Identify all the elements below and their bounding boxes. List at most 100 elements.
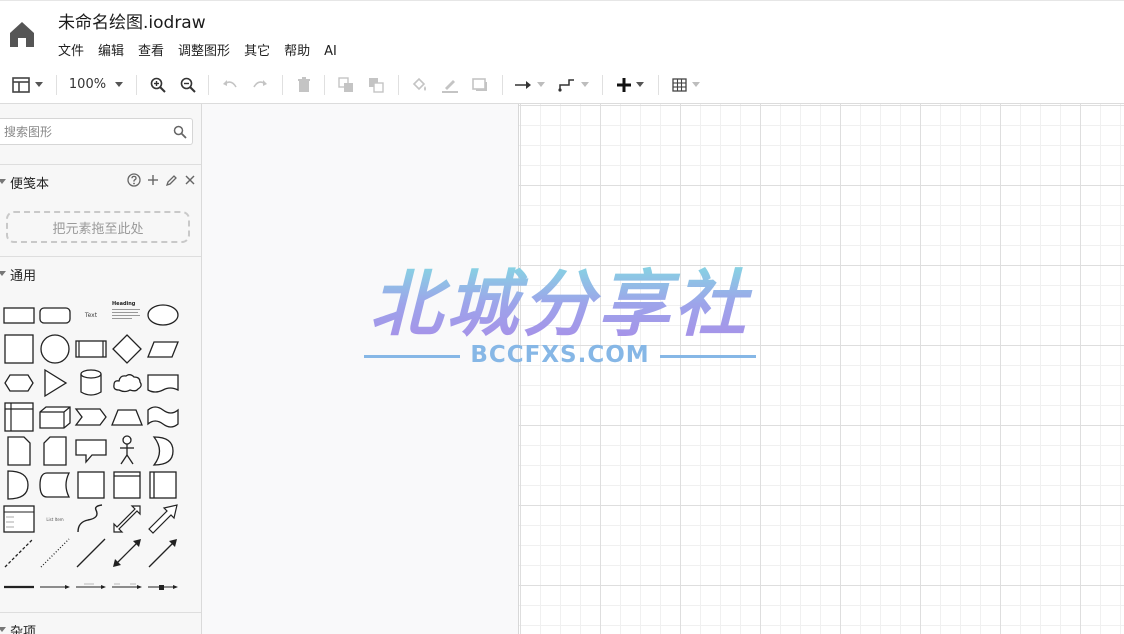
arrow-right-icon: [514, 80, 531, 89]
rounded-rectangle-shape[interactable]: [38, 298, 72, 332]
cloud-shape[interactable]: [110, 366, 144, 400]
menu-file[interactable]: 文件: [58, 43, 84, 61]
cylinder-shape[interactable]: [74, 366, 108, 400]
menu-arrange[interactable]: 调整图形: [178, 43, 230, 61]
edit-pencil-icon[interactable]: [165, 174, 178, 187]
watermark-logo-text: 北城分享社: [350, 262, 770, 346]
chevron-down-icon: [115, 82, 124, 87]
bidirectional-connector-shape[interactable]: [110, 536, 144, 570]
menu-view[interactable]: 查看: [138, 43, 164, 61]
scratchpad-header[interactable]: 便笺本: [0, 164, 201, 198]
menu-extras[interactable]: 其它: [244, 43, 270, 61]
watermark-url: BCCFXS.COM: [470, 342, 650, 368]
thick-line-shape[interactable]: [2, 570, 36, 604]
redo-icon: [253, 79, 267, 87]
card-shape[interactable]: [38, 434, 72, 468]
general-shapes-header[interactable]: 通用: [0, 256, 201, 290]
misc-shapes-title: 杂项: [10, 625, 37, 634]
curve-shape[interactable]: [74, 502, 108, 536]
process-shape[interactable]: [74, 332, 108, 366]
text-shape[interactable]: Text: [74, 298, 108, 332]
line-shape[interactable]: [74, 536, 108, 570]
or-shape[interactable]: [146, 434, 180, 468]
expand-arrow-icon: [0, 627, 6, 632]
header: 未命名绘图.iodraw 文件 编辑 查看 调整图形 其它 帮助 AI: [0, 0, 1124, 66]
circle-shape[interactable]: [38, 332, 72, 366]
step-shape[interactable]: [74, 400, 108, 434]
connector-double-label-shape[interactable]: [110, 570, 144, 604]
fill-color-button[interactable]: [408, 66, 432, 103]
menu-bar: 文件 编辑 查看 调整图形 其它 帮助 AI: [58, 43, 351, 61]
zoom-out-button[interactable]: [176, 66, 200, 103]
zoom-select[interactable]: 100%: [66, 66, 126, 103]
delete-button[interactable]: [292, 66, 316, 103]
arrow-shape[interactable]: [146, 502, 180, 536]
internal-storage-shape[interactable]: [2, 400, 36, 434]
list-shape[interactable]: [2, 502, 36, 536]
layout-panel-icon: [11, 76, 30, 93]
orthogonal-connector-icon: [557, 78, 574, 92]
trapezoid-shape[interactable]: [110, 400, 144, 434]
redo-button[interactable]: [248, 66, 272, 103]
bidirectional-arrow-shape[interactable]: [110, 502, 144, 536]
send-to-back-icon: [369, 77, 384, 93]
ellipse-shape[interactable]: [146, 298, 180, 332]
toolbar-divider: [658, 75, 659, 95]
document-shape[interactable]: [146, 366, 180, 400]
note-shape[interactable]: [2, 434, 36, 468]
chevron-down-icon: [692, 82, 700, 87]
list-item-shape[interactable]: List Item: [38, 502, 72, 536]
horizontal-swimlane-shape[interactable]: [110, 468, 144, 502]
waypoints-button[interactable]: [554, 66, 592, 103]
connector-label-shape[interactable]: [74, 570, 108, 604]
general-shapes-title: 通用: [10, 269, 37, 284]
hexagon-shape[interactable]: [2, 366, 36, 400]
search-icon[interactable]: [173, 125, 187, 139]
callout-shape[interactable]: [74, 434, 108, 468]
line-color-button[interactable]: [438, 66, 462, 103]
connection-style-button[interactable]: [510, 66, 548, 103]
heading-label: Heading: [112, 301, 136, 307]
insert-button[interactable]: [610, 66, 650, 103]
menu-help[interactable]: 帮助: [284, 43, 310, 61]
pen-icon: [442, 79, 458, 93]
data-storage-shape[interactable]: [38, 468, 72, 502]
shadow-icon: [472, 77, 487, 91]
zoom-in-button[interactable]: [146, 66, 170, 103]
menu-edit[interactable]: 编辑: [98, 43, 124, 61]
actor-shape[interactable]: [110, 434, 144, 468]
to-back-button[interactable]: [364, 66, 388, 103]
to-front-button[interactable]: [334, 66, 358, 103]
shape-sidebar: 便笺本 把元素拖至此处 通用 Text Heading: [0, 104, 202, 634]
tape-shape[interactable]: [146, 400, 180, 434]
delay-shape[interactable]: [2, 468, 36, 502]
dotted-line-shape[interactable]: [38, 536, 72, 570]
vertical-swimlane-shape[interactable]: [146, 468, 180, 502]
square-shape[interactable]: [2, 332, 36, 366]
misc-shapes-header[interactable]: 杂项: [0, 612, 201, 634]
add-icon[interactable]: [147, 174, 159, 186]
close-icon[interactable]: [184, 174, 196, 186]
parallelogram-shape[interactable]: [146, 332, 180, 366]
help-icon[interactable]: [127, 173, 141, 187]
watermark-line-right: [660, 355, 756, 358]
diamond-shape[interactable]: [110, 332, 144, 366]
undo-button[interactable]: [218, 66, 242, 103]
connector-symbol-shape[interactable]: [146, 570, 180, 604]
menu-ai[interactable]: AI: [324, 43, 337, 61]
triangle-shape[interactable]: [38, 366, 72, 400]
cube-shape[interactable]: [38, 400, 72, 434]
home-icon[interactable]: [8, 19, 36, 49]
shadow-button[interactable]: [468, 66, 492, 103]
table-button[interactable]: [666, 66, 706, 103]
connector-arrow-shape[interactable]: [38, 570, 72, 604]
heading-textbox-shape[interactable]: Heading: [110, 298, 144, 332]
rectangle-shape[interactable]: [2, 298, 36, 332]
search-input[interactable]: [4, 119, 164, 144]
dashed-line-shape[interactable]: [2, 536, 36, 570]
format-panel-button[interactable]: [8, 66, 46, 103]
document-title[interactable]: 未命名绘图.iodraw: [58, 11, 206, 35]
container-shape[interactable]: [74, 468, 108, 502]
directional-connector-shape[interactable]: [146, 536, 180, 570]
scratchpad-dropzone[interactable]: 把元素拖至此处: [6, 211, 190, 243]
